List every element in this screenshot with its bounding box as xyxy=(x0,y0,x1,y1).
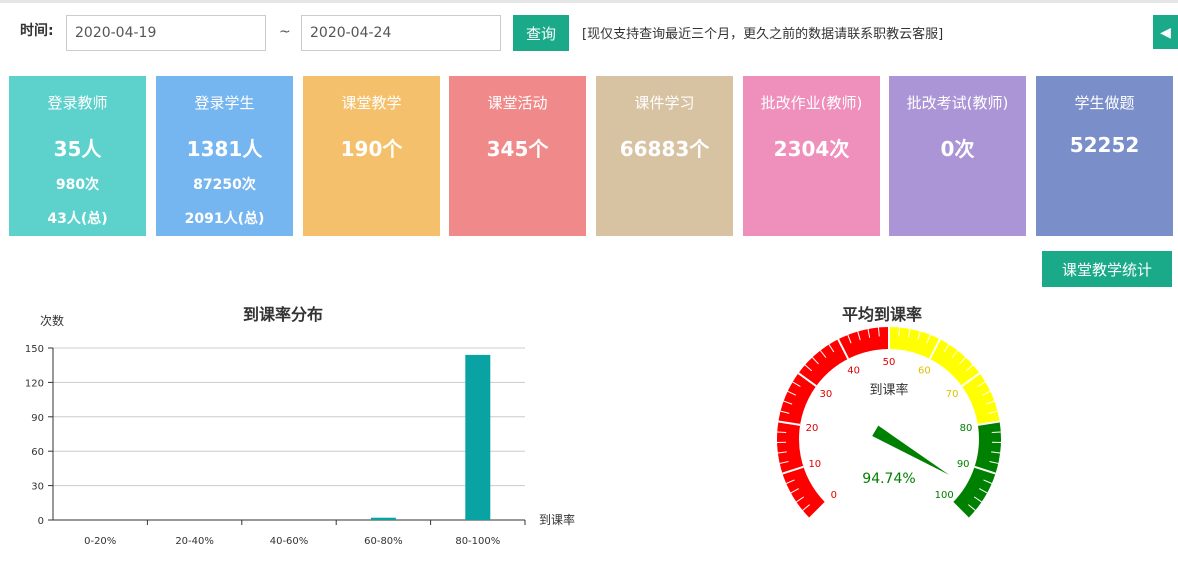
back-arrow-icon: ◀ xyxy=(1160,23,1171,40)
card-sub-count: 980次 xyxy=(55,177,100,193)
card-title: 课堂教学 xyxy=(341,94,402,112)
time-label: 时间: xyxy=(20,23,54,39)
gauge-tick-label: 40 xyxy=(847,366,860,377)
card-student-exercises[interactable]: 学生做题 52252 xyxy=(1036,76,1173,236)
gauge-tick-label: 100 xyxy=(935,490,954,501)
card-courseware-study[interactable]: 课件学习 66883个 xyxy=(596,76,733,236)
start-date-input[interactable] xyxy=(66,15,266,51)
gauge-tick-label: 30 xyxy=(820,389,833,400)
card-title: 批改作业(教师) xyxy=(760,94,863,112)
gauge-tick-label: 10 xyxy=(808,459,821,470)
card-title: 批改考试(教师) xyxy=(906,94,1009,112)
y-axis-label: 次数 xyxy=(40,313,64,328)
class-teaching-stats-button[interactable]: 课堂教学统计 xyxy=(1042,251,1172,287)
card-class-teaching[interactable]: 课堂教学 190个 xyxy=(303,76,440,236)
card-value: 66883个 xyxy=(619,137,710,161)
y-tick-label: 30 xyxy=(31,482,44,493)
x-tick-label: 40-60% xyxy=(270,536,309,547)
card-value: 35人 xyxy=(53,137,102,161)
y-tick-label: 150 xyxy=(25,344,44,355)
gauge-tick-label: 20 xyxy=(806,423,819,434)
x-tick-label: 60-80% xyxy=(364,536,403,547)
card-sub-total: 43人(总) xyxy=(47,211,108,227)
x-tick-label: 0-20% xyxy=(84,536,116,547)
gauge-minor-tick xyxy=(991,431,1001,434)
card-class-activities[interactable]: 课堂活动 345个 xyxy=(449,76,586,236)
card-value: 52252 xyxy=(1069,133,1140,157)
gauge-tick-label: 90 xyxy=(957,459,970,470)
average-attendance-gauge: 0 10 20 30 40 50 60 70 80 90 100 到课率 94.74% xyxy=(777,327,1001,519)
card-sub-total: 2091人(总) xyxy=(184,211,265,227)
gauge-center-label: 到课率 xyxy=(869,382,908,398)
date-separator: ~ xyxy=(279,24,291,40)
card-title: 学生做题 xyxy=(1074,94,1135,112)
end-date-input[interactable] xyxy=(301,15,501,51)
x-axis-label: 到课率 xyxy=(539,512,575,527)
x-tick-label: 20-40% xyxy=(175,536,214,547)
gauge-minor-tick xyxy=(777,431,787,434)
card-value: 190个 xyxy=(340,137,403,161)
bar xyxy=(370,517,396,520)
card-value: 345个 xyxy=(486,137,549,161)
card-login-students[interactable]: 登录学生 1381人 87250次 2091人(总) xyxy=(156,76,293,236)
card-title: 登录教师 xyxy=(47,94,108,112)
card-sub-count: 87250次 xyxy=(193,177,256,193)
gauge-band xyxy=(889,327,1000,425)
gauge-pointer xyxy=(872,425,950,475)
query-range-note: [现仅支持查询最近三个月，更久之前的数据请联系职教云客服] xyxy=(582,27,944,42)
y-tick-label: 120 xyxy=(25,378,44,389)
card-title: 课堂活动 xyxy=(487,94,548,112)
gauge-tick-label: 50 xyxy=(883,357,896,368)
gauge-tick-label: 60 xyxy=(918,366,931,377)
query-button[interactable]: 查询 xyxy=(513,15,569,51)
card-value: 2304次 xyxy=(773,137,850,161)
y-tick-label: 90 xyxy=(31,413,44,424)
y-tick-label: 60 xyxy=(31,447,44,458)
card-title: 课件学习 xyxy=(634,94,695,112)
card-login-teachers[interactable]: 登录教师 35人 980次 43人(总) xyxy=(9,76,146,236)
gauge-value-label: 94.74% xyxy=(862,471,915,487)
gauge-tick-label: 70 xyxy=(946,389,959,400)
card-title: 登录学生 xyxy=(194,94,255,112)
card-value: 1381人 xyxy=(186,137,263,161)
attendance-distribution-chart: 次数 0 30 60 90 120 150 0-20% 20-40% 40-60% 60-80% 80… xyxy=(25,313,575,547)
top-divider xyxy=(0,0,1178,3)
bar xyxy=(465,354,491,520)
card-grade-homework[interactable]: 批改作业(教师) 2304次 xyxy=(743,76,880,236)
back-button[interactable]: ◀ xyxy=(1153,15,1178,49)
gauge-tick-label: 0 xyxy=(831,490,837,501)
x-tick-label: 80-100% xyxy=(455,536,500,547)
card-grade-exams[interactable]: 批改考试(教师) 0次 xyxy=(889,76,1026,236)
gauge-tick-label: 80 xyxy=(960,423,973,434)
card-value: 0次 xyxy=(940,137,975,161)
y-tick-label: 0 xyxy=(38,516,44,527)
